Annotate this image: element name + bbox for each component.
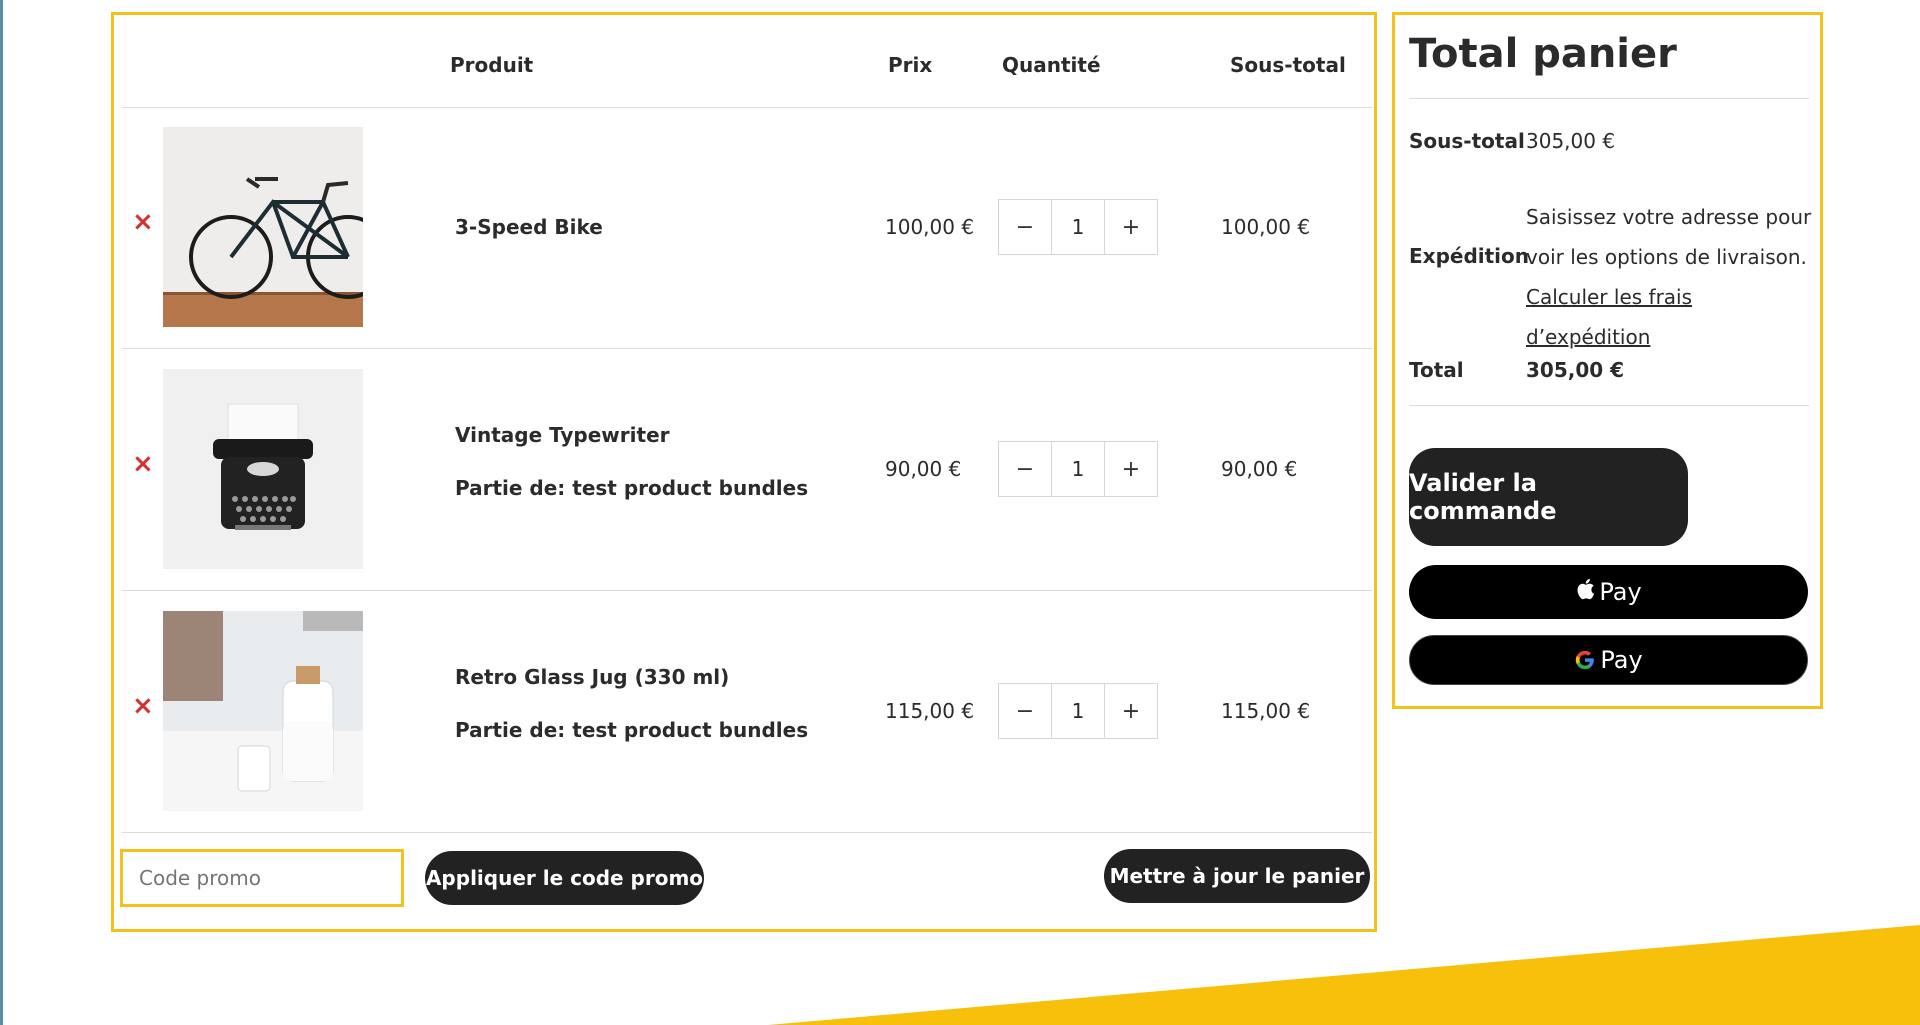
cart-row-typewriter: × Vintage Typewriter Partie de: test pro… — [122, 349, 1372, 591]
product-price: 90,00 € — [885, 457, 962, 481]
product-bundle: Partie de: test product bundles — [455, 718, 809, 742]
google-icon — [1576, 650, 1595, 670]
product-image-typewriter[interactable] — [163, 369, 363, 569]
coupon-input[interactable] — [120, 849, 404, 907]
bicycle-image — [163, 127, 363, 327]
glass-jug-image — [163, 611, 363, 811]
product-subtotal: 115,00 € — [1221, 699, 1311, 723]
product-image-glass-jug[interactable] — [163, 611, 363, 811]
checkout-button[interactable]: Valider la commande — [1409, 448, 1688, 546]
apple-pay-label: Pay — [1599, 578, 1642, 606]
qty-input[interactable]: 1 — [1051, 200, 1105, 254]
total-label: Total — [1409, 358, 1464, 382]
header-price: Prix — [888, 53, 933, 77]
remove-item-button[interactable]: × — [132, 691, 154, 721]
apply-coupon-button[interactable]: Appliquer le code promo — [425, 851, 704, 905]
shipping-info: Saisissez votre adresse pour voir les op… — [1526, 197, 1816, 357]
shipping-label: Expédition — [1409, 244, 1530, 268]
shipping-message: Saisissez votre adresse pour voir les op… — [1526, 205, 1812, 269]
product-name[interactable]: 3-Speed Bike — [455, 215, 603, 239]
product-bundle: Partie de: test product bundles — [455, 476, 809, 500]
google-pay-label: Pay — [1600, 646, 1643, 674]
quantity-stepper: − 1 + — [998, 441, 1158, 497]
qty-decrease-button[interactable]: − — [999, 200, 1051, 254]
qty-increase-button[interactable]: + — [1105, 684, 1157, 738]
subtotal-label: Sous-total — [1409, 129, 1525, 153]
apple-pay-button[interactable]: Pay — [1409, 565, 1808, 619]
window-edge — [0, 0, 3, 1025]
google-pay-button[interactable]: Pay — [1409, 635, 1808, 685]
qty-decrease-button[interactable]: − — [999, 684, 1051, 738]
product-name[interactable]: Vintage Typewriter — [455, 423, 670, 447]
header-subtotal: Sous-total — [1230, 53, 1346, 77]
footer-decoration — [768, 925, 1920, 1025]
qty-input[interactable]: 1 — [1051, 442, 1105, 496]
subtotal-value: 305,00 € — [1526, 129, 1616, 153]
apple-icon — [1575, 577, 1595, 607]
remove-item-button[interactable]: × — [132, 207, 154, 237]
product-price: 115,00 € — [885, 699, 975, 723]
qty-increase-button[interactable]: + — [1105, 200, 1157, 254]
totals-title: Total panier — [1409, 31, 1677, 77]
qty-input[interactable]: 1 — [1051, 684, 1105, 738]
product-subtotal: 100,00 € — [1221, 215, 1311, 239]
divider — [1409, 405, 1809, 406]
product-image-bicycle[interactable] — [163, 127, 363, 327]
header-product: Produit — [450, 53, 534, 77]
product-name[interactable]: Retro Glass Jug (330 ml) — [455, 665, 729, 689]
cart-row-jug: × Retro Glass Jug (330 ml) Partie de: te… — [122, 591, 1372, 833]
cart-row-bike: × 3-Speed Bike 100,00 € − 1 + 100,00 € — [122, 107, 1372, 349]
qty-increase-button[interactable]: + — [1105, 442, 1157, 496]
cart-totals: Total panier Sous-total 305,00 € Expédit… — [1392, 12, 1823, 709]
divider — [1409, 98, 1809, 99]
quantity-stepper: − 1 + — [998, 199, 1158, 255]
typewriter-image — [163, 369, 363, 569]
qty-decrease-button[interactable]: − — [999, 442, 1051, 496]
update-cart-button[interactable]: Mettre à jour le panier — [1104, 849, 1370, 903]
quantity-stepper: − 1 + — [998, 683, 1158, 739]
cart-table: Produit Prix Quantité Sous-total × 3-Spe… — [111, 12, 1377, 932]
product-subtotal: 90,00 € — [1221, 457, 1298, 481]
product-price: 100,00 € — [885, 215, 975, 239]
cart-header-row: Produit Prix Quantité Sous-total — [122, 15, 1372, 108]
remove-item-button[interactable]: × — [132, 449, 154, 479]
total-value: 305,00 € — [1526, 358, 1625, 382]
header-quantity: Quantité — [1002, 53, 1101, 77]
calculate-shipping-link[interactable]: Calculer les frais d’expédition — [1526, 285, 1692, 349]
